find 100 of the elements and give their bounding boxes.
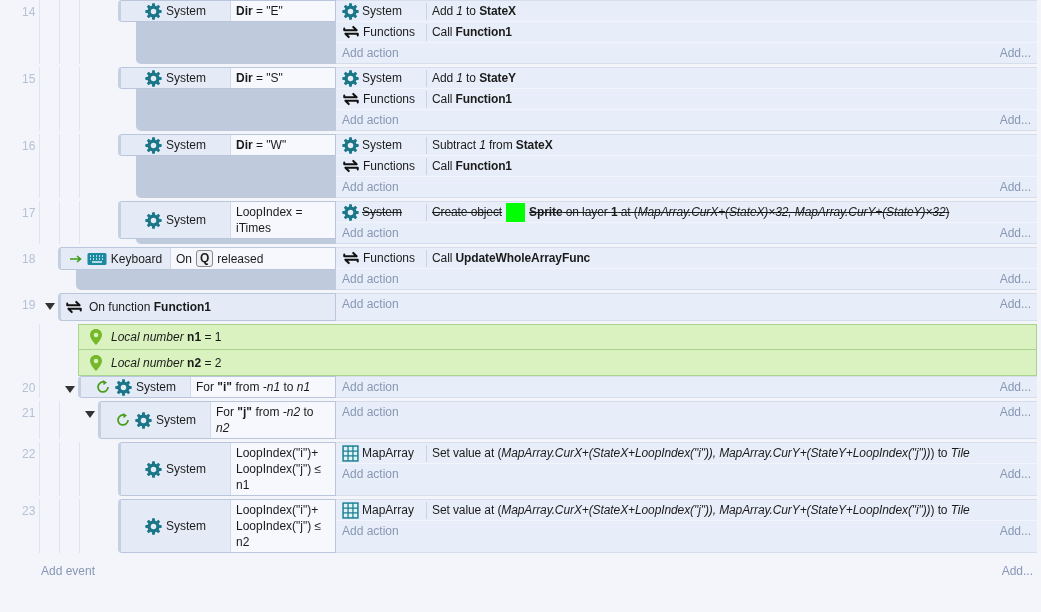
add-action-link[interactable]: Add action bbox=[342, 46, 399, 60]
two-arrows-icon bbox=[342, 249, 360, 267]
line-number: 21 bbox=[22, 406, 36, 420]
object-name: System bbox=[362, 138, 402, 152]
line-number: 14 bbox=[22, 5, 36, 19]
object-name: MapArray bbox=[362, 503, 414, 517]
gear-icon bbox=[145, 211, 162, 229]
add-action-link[interactable]: Add action bbox=[342, 380, 399, 394]
action-text: Add 1 to StateY bbox=[432, 71, 516, 85]
gear-icon bbox=[342, 2, 359, 20]
condition-text: LoopIndex("i")+ LoopIndex("j") ≤ n2 bbox=[236, 502, 323, 550]
pin-icon bbox=[89, 328, 103, 346]
object-name: System bbox=[166, 138, 206, 152]
gear-icon bbox=[145, 2, 162, 20]
object-name: System bbox=[362, 71, 402, 85]
action-text: Subtract 1 from StateX bbox=[432, 138, 553, 152]
two-arrows-icon bbox=[342, 157, 360, 175]
object-name: System bbox=[362, 205, 402, 219]
expand-triangle-icon[interactable] bbox=[45, 302, 55, 312]
add-action-link[interactable]: Add action bbox=[342, 113, 399, 127]
gear-icon bbox=[342, 203, 359, 221]
object-name: MapArray bbox=[362, 446, 414, 460]
action-text: Call UpdateWholeArrayFunc bbox=[432, 251, 591, 265]
variable-text: Local number n2 = 2 bbox=[111, 355, 222, 370]
add-more-link[interactable]: Add... bbox=[1001, 564, 1033, 578]
add-event-link[interactable]: Add event bbox=[41, 564, 96, 578]
line-number: 16 bbox=[22, 139, 36, 153]
object-name: System bbox=[166, 4, 206, 18]
add-action-link[interactable]: Add action bbox=[342, 524, 399, 538]
object-name: Functions bbox=[363, 92, 416, 106]
add-more-link[interactable]: Add... bbox=[999, 380, 1031, 394]
gear-icon bbox=[145, 69, 162, 87]
object-name: System bbox=[136, 380, 176, 394]
condition-text: LoopIndex = iTimes bbox=[236, 204, 304, 236]
add-more-link[interactable]: Add... bbox=[999, 405, 1031, 419]
condition-text: For "i" from -n1 to n1 bbox=[196, 379, 311, 395]
condition-text: released bbox=[217, 250, 264, 267]
add-more-link[interactable]: Add... bbox=[999, 113, 1031, 127]
object-name: System bbox=[166, 462, 206, 476]
arrow-icon bbox=[68, 253, 83, 264]
object-name: Functions bbox=[363, 159, 416, 173]
gear-icon bbox=[115, 378, 132, 396]
add-more-link[interactable]: Add... bbox=[999, 524, 1031, 538]
add-more-link[interactable]: Add... bbox=[999, 467, 1031, 481]
condition-text: On function Function1 bbox=[89, 300, 212, 314]
line-number: 22 bbox=[22, 447, 36, 461]
action-text: Set value at (MapArray.CurX+(StateX+LoopIndex("i")), MapArray.CurY+(StateY+LoopIndex("j"))) to Tile bbox=[432, 446, 970, 460]
variable-text: Local number n1 = 1 bbox=[111, 330, 222, 344]
add-action-link[interactable]: Add action bbox=[342, 405, 399, 419]
loop-icon bbox=[95, 379, 111, 395]
expand-triangle-icon[interactable] bbox=[85, 410, 95, 420]
line-number: 18 bbox=[22, 252, 36, 266]
object-name: System bbox=[166, 519, 206, 533]
add-more-link[interactable]: Add... bbox=[999, 180, 1031, 194]
two-arrows-icon bbox=[65, 298, 83, 316]
line-number: 17 bbox=[22, 206, 36, 220]
action-text: Call Function1 bbox=[432, 25, 512, 39]
object-name: Keyboard bbox=[110, 251, 163, 266]
keyboard-icon bbox=[86, 251, 107, 266]
two-arrows-icon bbox=[342, 90, 360, 108]
action-text: Sprite on layer 1 at (MapArray.CurX+(StateX)×32, MapArray.CurY+(StateY)×32) bbox=[529, 205, 950, 219]
object-name: System bbox=[156, 413, 196, 427]
key-cap: Q bbox=[196, 250, 214, 267]
condition-text: Dir = "W" bbox=[236, 137, 287, 153]
object-name: System bbox=[166, 213, 206, 227]
add-more-link[interactable]: Add... bbox=[999, 226, 1031, 240]
sprite-thumbnail-icon bbox=[506, 202, 526, 222]
pin-icon bbox=[89, 353, 103, 372]
line-number: 19 bbox=[22, 298, 36, 312]
object-name: System bbox=[166, 71, 206, 85]
object-name: Functions bbox=[363, 251, 416, 265]
gear-icon bbox=[135, 411, 152, 429]
loop-icon bbox=[115, 412, 131, 428]
condition-text: Dir = "E" bbox=[236, 3, 283, 19]
add-more-link[interactable]: Add... bbox=[999, 46, 1031, 60]
line-number: 23 bbox=[22, 504, 36, 518]
action-text: Set value at (MapArray.CurX+(StateX+LoopIndex("j")), MapArray.CurY+(StateY+LoopIndex("i"))) to Tile bbox=[432, 503, 970, 517]
condition-text: LoopIndex("i")+ LoopIndex("j") ≤ n1 bbox=[236, 445, 323, 493]
object-name: Functions bbox=[363, 25, 416, 39]
add-action-link[interactable]: Add action bbox=[342, 226, 399, 240]
add-action-link[interactable]: Add action bbox=[342, 297, 399, 311]
action-text: Add 1 to StateX bbox=[432, 4, 516, 18]
add-action-link[interactable]: Add action bbox=[342, 180, 399, 194]
gear-icon bbox=[145, 460, 162, 478]
gear-icon bbox=[342, 136, 359, 154]
condition-text: On bbox=[176, 250, 192, 267]
gear-icon bbox=[145, 517, 162, 535]
expand-triangle-icon[interactable] bbox=[65, 385, 75, 395]
add-more-link[interactable]: Add... bbox=[999, 272, 1031, 286]
gear-icon bbox=[342, 69, 359, 87]
condition-text: Dir = "S" bbox=[236, 70, 283, 86]
add-action-link[interactable]: Add action bbox=[342, 272, 399, 286]
line-number: 15 bbox=[22, 72, 36, 86]
gear-icon bbox=[145, 136, 162, 154]
condition-text: For "j" from -n2 to n2 bbox=[216, 404, 315, 436]
two-arrows-icon bbox=[342, 23, 360, 41]
action-text: Call Function1 bbox=[432, 159, 512, 173]
add-action-link[interactable]: Add action bbox=[342, 467, 399, 481]
object-name: System bbox=[362, 4, 402, 18]
add-more-link[interactable]: Add... bbox=[999, 297, 1031, 311]
